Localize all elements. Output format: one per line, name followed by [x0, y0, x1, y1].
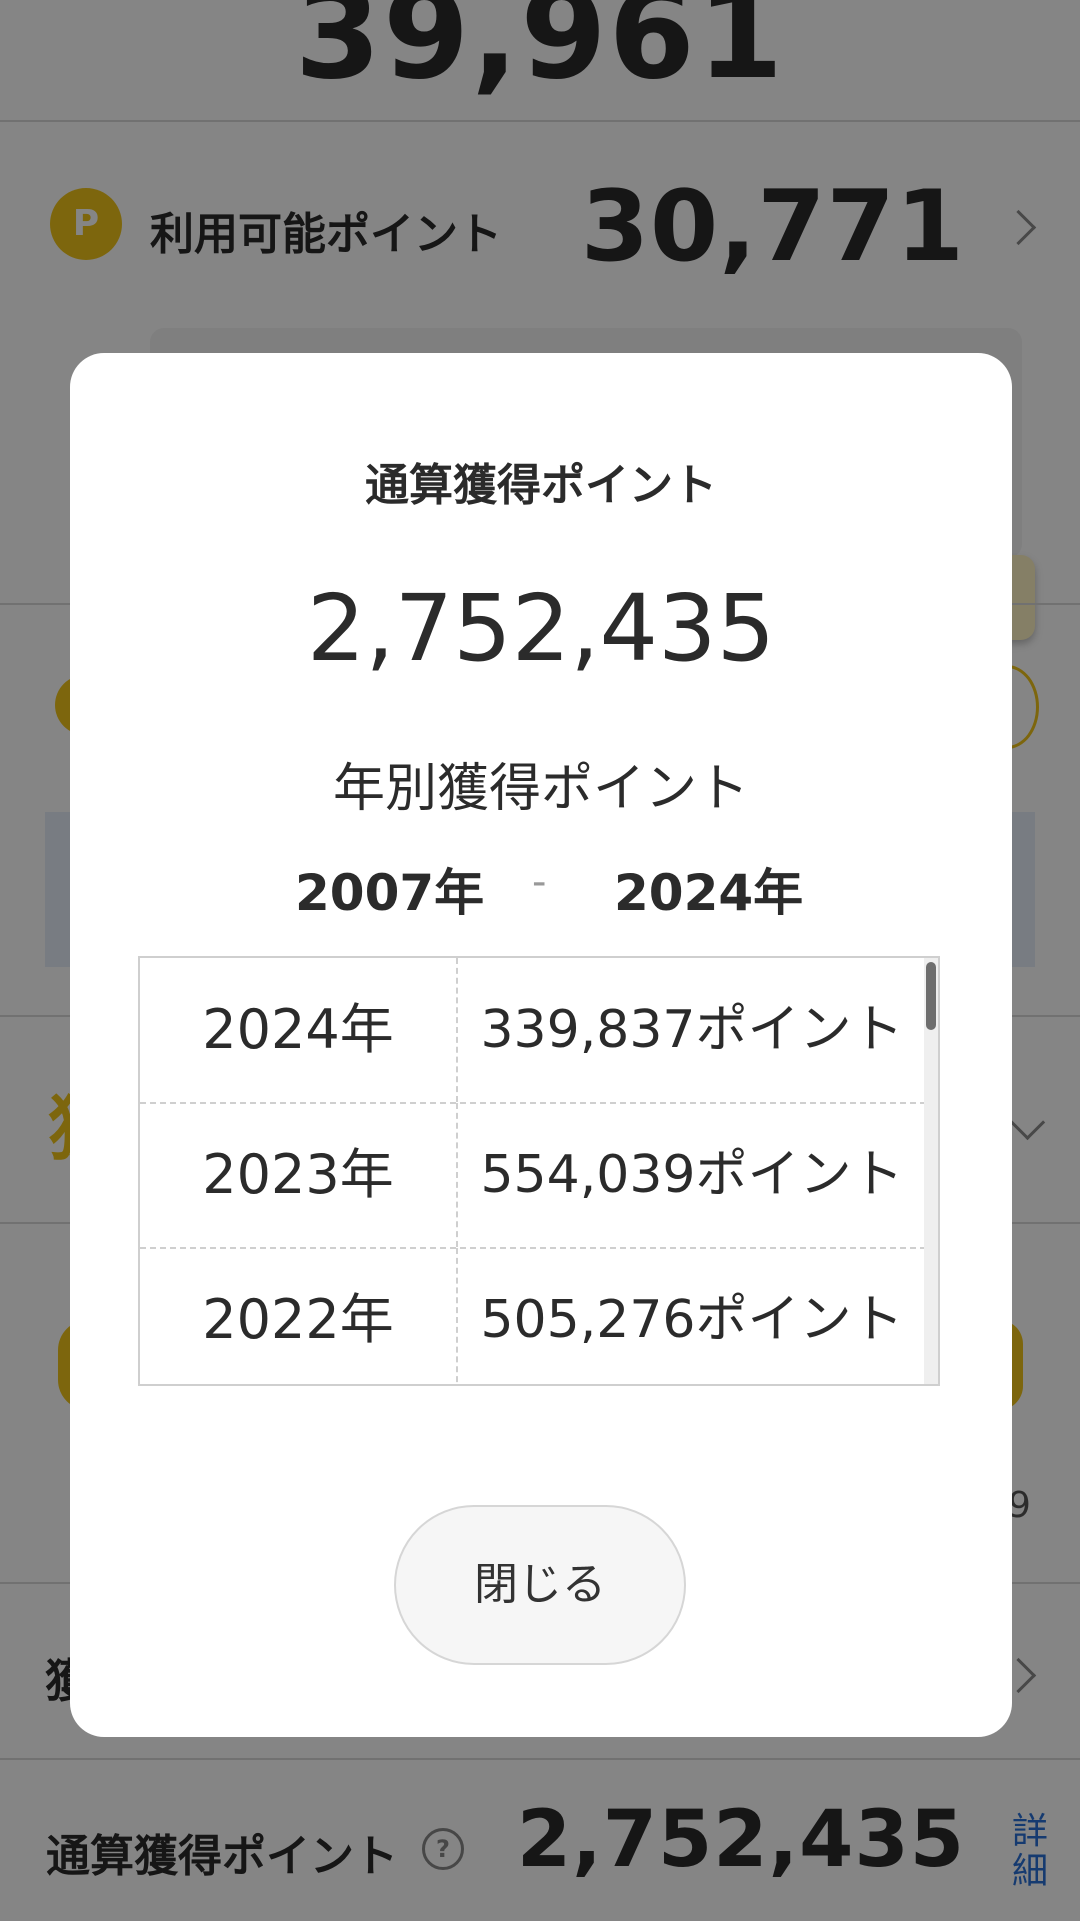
- points-cell: 505,276ポイント: [456, 1248, 926, 1384]
- table-row: 2023年 554,039ポイント: [140, 1103, 926, 1247]
- range-end-year: 2024年: [614, 864, 804, 922]
- points-cell: 554,039ポイント: [456, 1103, 926, 1247]
- yearly-points-heading: 年別獲得ポイント: [332, 759, 749, 819]
- year-cell: 2023年: [202, 1143, 394, 1206]
- close-button[interactable]: 閉じる: [394, 1505, 686, 1665]
- points-cell: 339,837ポイント: [456, 958, 926, 1102]
- range-start-year: 2007年: [295, 864, 485, 922]
- year-cell: 2022年: [202, 1288, 394, 1351]
- cumulative-points-dialog: 通算獲得ポイント 2,752,435 年別獲得ポイント 2007年 - 2024…: [70, 353, 1012, 1737]
- table-row: 2022年 505,276ポイント: [140, 1248, 926, 1384]
- table-scrollbar[interactable]: [924, 958, 938, 1384]
- dialog-total-points: 2,752,435: [306, 575, 776, 682]
- scrollbar-thumb[interactable]: [926, 962, 936, 1030]
- dialog-title: 通算獲得ポイント: [365, 460, 717, 511]
- table-row: 2024年 339,837ポイント: [140, 958, 926, 1102]
- year-range: 2007年 - 2024年: [70, 853, 1012, 923]
- yearly-points-table[interactable]: 2024年 339,837ポイント 2023年 554,039ポイント 2022…: [138, 956, 940, 1386]
- range-separator: -: [532, 859, 547, 905]
- year-cell: 2024年: [202, 998, 394, 1061]
